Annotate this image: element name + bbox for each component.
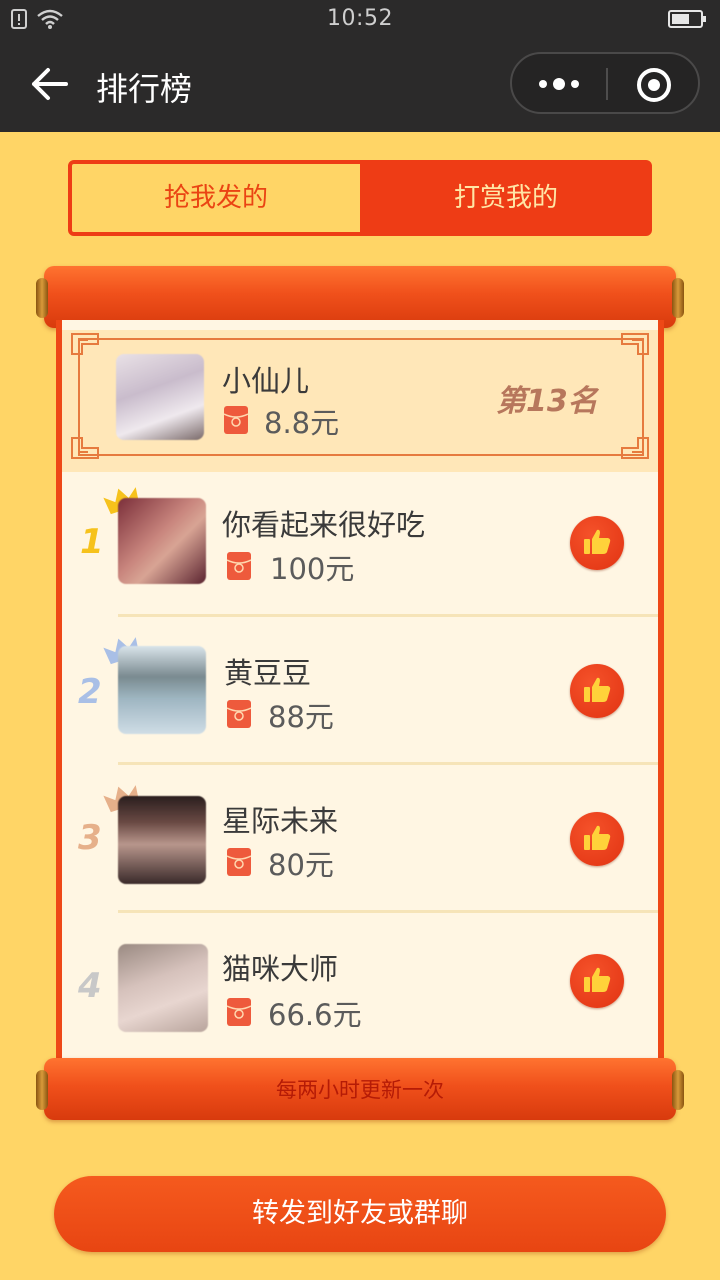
status-time: 10:52 [327, 6, 393, 31]
thumbs-up-icon [584, 967, 611, 992]
row-divider [118, 614, 658, 617]
red-packet-icon [227, 848, 251, 876]
red-packet-icon [227, 998, 251, 1026]
user-avatar [118, 498, 206, 584]
more-dots-icon [539, 78, 579, 90]
thumbs-up-icon [584, 825, 611, 850]
tip-amount: 88元 [268, 700, 334, 734]
arrow-left-icon [32, 68, 68, 100]
rank-number: 4 [78, 966, 102, 1006]
scroll-bottom-knob-right [672, 1070, 684, 1110]
scroll-bottom-roller: 每两小时更新一次 [44, 1058, 676, 1120]
user-name: 你看起来很好吃 [222, 508, 426, 542]
my-rank-position: 第13名 [496, 384, 598, 419]
red-packet-icon [227, 700, 251, 728]
tab-tipped-me[interactable]: 打赏我的 [362, 164, 648, 232]
scroll-top-knob-left [36, 278, 48, 318]
more-button[interactable] [534, 68, 584, 100]
rank-number: 2 [78, 672, 102, 712]
like-button[interactable] [570, 664, 624, 718]
tab-grabbed-mine[interactable]: 抢我发的 [72, 164, 360, 232]
nav-bar: 排行榜 [0, 38, 720, 132]
user-avatar [118, 944, 208, 1032]
rank-number: 1 [80, 522, 104, 562]
user-name: 黄豆豆 [224, 656, 312, 690]
share-button[interactable]: 转发到好友或群聊 [54, 1176, 666, 1252]
tip-amount: 100元 [270, 552, 355, 586]
rank-number: 3 [78, 818, 102, 858]
scroll-top-knob-right [672, 278, 684, 318]
back-button[interactable] [28, 64, 72, 104]
mini-program-capsule [510, 52, 700, 114]
status-bar: 10:52 [0, 0, 720, 38]
like-button[interactable] [570, 954, 624, 1008]
target-close-icon [637, 68, 671, 102]
thumbs-up-icon [584, 529, 611, 554]
my-avatar [116, 354, 204, 440]
scroll-top-roller [44, 266, 676, 328]
user-avatar [118, 796, 206, 884]
like-button[interactable] [570, 812, 624, 866]
user-name: 星际未来 [222, 804, 339, 838]
scroll-bottom-knob-left [36, 1070, 48, 1110]
tip-amount: 80元 [268, 848, 334, 882]
tip-amount: 66.6元 [268, 998, 362, 1032]
update-frequency-note: 每两小时更新一次 [276, 1078, 444, 1102]
battery-icon [668, 10, 706, 28]
tab-bar: 抢我发的 打赏我的 [68, 160, 652, 236]
row-divider [118, 762, 658, 765]
red-packet-icon [227, 552, 251, 580]
like-button[interactable] [570, 516, 624, 570]
thumbs-up-icon [584, 677, 611, 702]
my-name: 小仙儿 [222, 364, 310, 398]
row-divider [118, 910, 658, 913]
capsule-divider [606, 68, 608, 100]
my-amount: 8.8元 [264, 406, 340, 440]
user-name: 猫咪大师 [222, 952, 339, 986]
user-avatar [118, 646, 206, 734]
page-title: 排行榜 [96, 70, 193, 108]
close-button[interactable] [634, 65, 674, 105]
red-packet-icon [224, 406, 248, 434]
